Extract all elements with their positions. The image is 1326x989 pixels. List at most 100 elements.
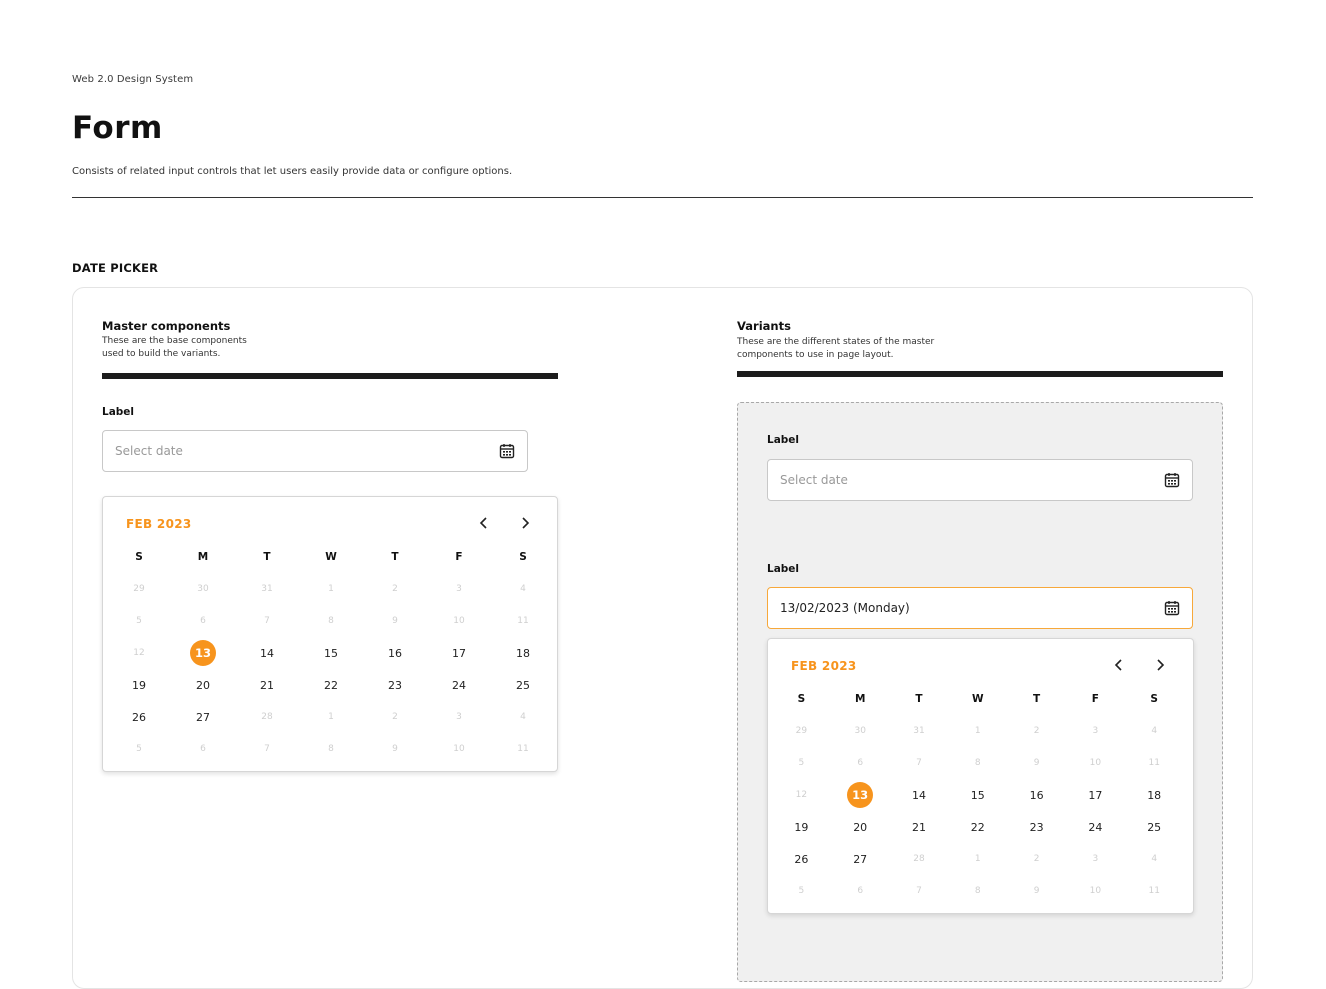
- calendar-day-cell[interactable]: 20: [171, 669, 235, 701]
- calendar-day-cell: 2: [392, 712, 398, 722]
- calendar-day-cell: 4: [520, 712, 526, 722]
- calendar-day-cell: 30: [197, 584, 209, 594]
- calendar-day-cell[interactable]: 16: [1007, 779, 1066, 811]
- calendar-day-cell[interactable]: 15: [299, 637, 363, 669]
- calendar-day-cell: 9: [392, 744, 398, 754]
- weekday-header: W: [325, 551, 337, 563]
- calendar-day-cell[interactable]: 20: [831, 811, 890, 843]
- weekday-header: T: [1033, 693, 1041, 705]
- chevron-right-icon[interactable]: [516, 514, 534, 532]
- weekday-header: T: [391, 551, 399, 563]
- calendar-day-cell[interactable]: 27: [831, 843, 890, 875]
- calendar-day-cell[interactable]: 17: [427, 637, 491, 669]
- calendar-day-cell: 10: [1089, 886, 1102, 896]
- calendar-day-cell: 5: [798, 886, 805, 896]
- calendar-day-cell: 10: [453, 744, 465, 754]
- calendar-day-cell: 1: [974, 854, 981, 864]
- calendar-day-cell: 12: [795, 790, 808, 800]
- calendar-day-cell[interactable]: 18: [491, 637, 555, 669]
- calendar-day-cell: 6: [857, 886, 864, 896]
- calendar-day-cell[interactable]: 14: [235, 637, 299, 669]
- weekday-header: W: [971, 693, 984, 705]
- calendar-day-cell: 12: [133, 648, 145, 658]
- calendar-day-cell[interactable]: 22: [948, 811, 1007, 843]
- calendar-day-cell: 29: [795, 726, 808, 736]
- header-divider: [72, 197, 1253, 198]
- calendar-day-cell: 8: [328, 616, 334, 626]
- calendar-day-cell: 1: [328, 584, 334, 594]
- chevron-left-icon[interactable]: [475, 514, 493, 532]
- calendar-day-cell[interactable]: 26: [772, 843, 831, 875]
- design-system-eyebrow: Web 2.0 Design System: [72, 74, 194, 85]
- weekday-header: T: [263, 551, 271, 563]
- master-date-placeholder: Select date: [115, 444, 183, 458]
- weekday-header: S: [797, 693, 806, 705]
- page-description: Consists of related input controls that …: [72, 166, 513, 177]
- calendar-day-cell[interactable]: 25: [491, 669, 555, 701]
- calendar-day-cell: 11: [1148, 758, 1160, 768]
- calendar-day-cell[interactable]: 21: [235, 669, 299, 701]
- calendar-day-cell: 6: [857, 758, 864, 768]
- calendar-day-cell[interactable]: 17: [1066, 779, 1125, 811]
- calendar-day-cell: 5: [136, 744, 142, 754]
- calendar-day-cell[interactable]: 21: [890, 811, 949, 843]
- selected-day-marker: 13: [190, 640, 216, 666]
- variant2-date-value: 13/02/2023 (Monday): [780, 601, 910, 615]
- calendar-day-cell[interactable]: 14: [890, 779, 949, 811]
- calendar-day-cell[interactable]: 26: [107, 701, 171, 733]
- calendar-day-cell: 10: [1089, 758, 1102, 768]
- calendar-day-cell[interactable]: 22: [299, 669, 363, 701]
- calendar-month-label: FEB 2023: [791, 659, 857, 673]
- calendar-day-cell: 3: [456, 584, 462, 594]
- master-date-input[interactable]: Select date: [102, 430, 528, 472]
- calendar-day-cell[interactable]: 23: [363, 669, 427, 701]
- calendar-day-cell: 7: [264, 616, 270, 626]
- chevron-left-icon[interactable]: [1110, 656, 1128, 674]
- calendar-day-cell[interactable]: 24: [1066, 811, 1125, 843]
- master-subtitle-line2: used to build the variants.: [102, 349, 221, 359]
- variant2-date-input[interactable]: 13/02/2023 (Monday): [767, 587, 1193, 629]
- calendar-day-cell[interactable]: 19: [107, 669, 171, 701]
- calendar-day-cell: 7: [916, 758, 922, 768]
- calendar-day-cell: 31: [261, 584, 273, 594]
- calendar-day-cell: 28: [261, 712, 273, 722]
- master-subtitle-line1: These are the base components: [102, 336, 247, 346]
- master-divider-bar: [102, 373, 558, 379]
- selected-day-cell[interactable]: 13: [831, 779, 890, 811]
- calendar-day-cell: 10: [453, 616, 465, 626]
- calendar-icon[interactable]: [1164, 600, 1180, 616]
- calendar-day-cell[interactable]: 19: [772, 811, 831, 843]
- calendar-day-cell: 2: [1033, 726, 1040, 736]
- weekday-header: F: [1091, 693, 1099, 705]
- calendar-day-cell[interactable]: 15: [948, 779, 1007, 811]
- calendar-day-cell: 7: [264, 744, 270, 754]
- variants-heading: Variants: [737, 319, 791, 333]
- variant1-date-placeholder: Select date: [780, 473, 848, 487]
- variant1-date-input[interactable]: Select date: [767, 459, 1193, 501]
- calendar-day-cell: 2: [392, 584, 398, 594]
- calendar-day-cell: 9: [392, 616, 398, 626]
- calendar-icon[interactable]: [1164, 472, 1180, 488]
- calendar-day-cell[interactable]: 23: [1007, 811, 1066, 843]
- weekday-header: F: [455, 551, 463, 563]
- calendar-day-cell: 7: [916, 886, 922, 896]
- calendar-day-cell[interactable]: 27: [171, 701, 235, 733]
- calendar-day-cell: 6: [200, 616, 206, 626]
- calendar-day-cell: 11: [517, 744, 529, 754]
- calendar-day-cell: 28: [913, 854, 925, 864]
- variant1-field-label: Label: [767, 434, 800, 446]
- calendar-day-cell[interactable]: 18: [1125, 779, 1184, 811]
- weekday-header: S: [519, 551, 527, 563]
- calendar-day-cell[interactable]: 24: [427, 669, 491, 701]
- calendar-icon[interactable]: [499, 443, 515, 459]
- calendar-day-cell[interactable]: 16: [363, 637, 427, 669]
- calendar-day-cell: 1: [974, 726, 981, 736]
- calendar-day-cell: 9: [1033, 758, 1040, 768]
- calendar-day-cell: 29: [133, 584, 145, 594]
- calendar-day-cell: 8: [328, 744, 334, 754]
- variant2-field-label: Label: [767, 563, 800, 575]
- chevron-right-icon[interactable]: [1151, 656, 1169, 674]
- selected-day-cell[interactable]: 13: [171, 637, 235, 669]
- variants-divider-bar: [737, 371, 1223, 377]
- calendar-day-cell[interactable]: 25: [1125, 811, 1184, 843]
